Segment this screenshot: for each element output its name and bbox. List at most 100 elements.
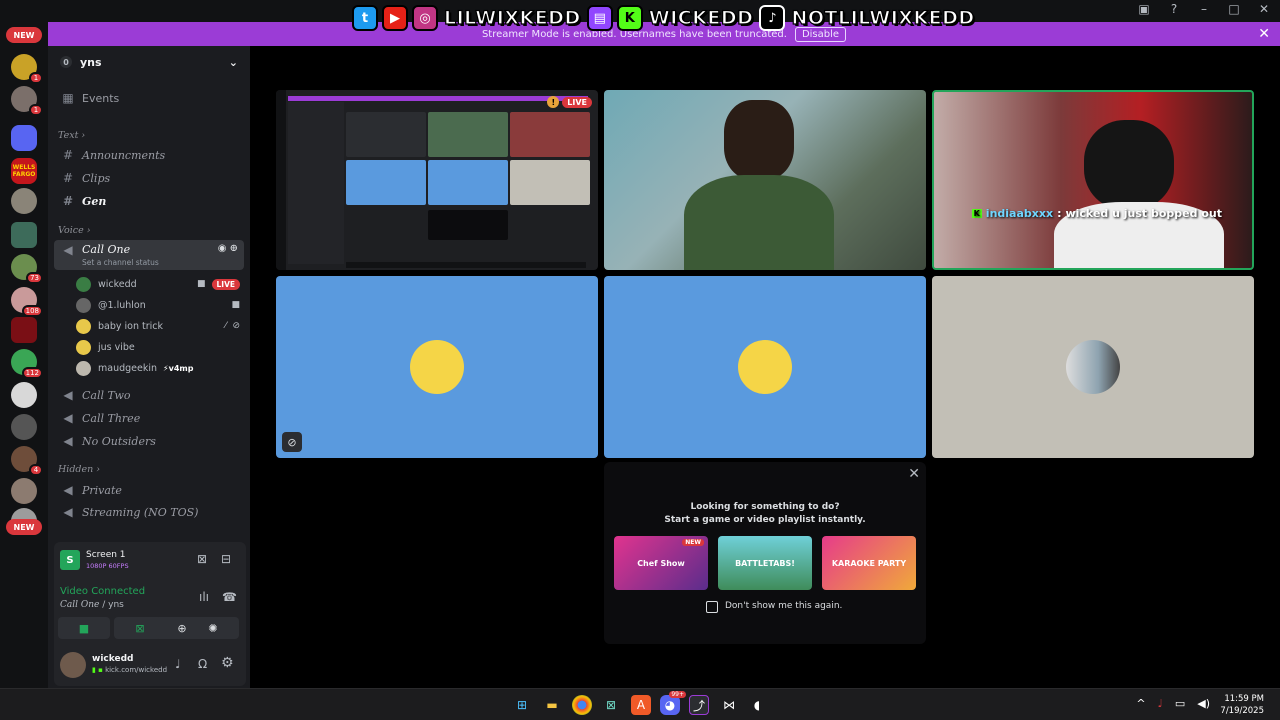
- video-tile-camera-speaking[interactable]: K indiaabxxx : wicked u just bopped out: [932, 90, 1254, 270]
- speaker-icon: ◀: [63, 243, 73, 257]
- screen-share-panel: S Screen 1 1080P 60FPS ⊠ ⊟: [54, 542, 246, 578]
- camera-button[interactable]: ■: [58, 617, 110, 639]
- deafened-icon[interactable]: ⊘: [282, 432, 302, 452]
- app-icon[interactable]: ⋈: [719, 695, 739, 715]
- channel-clips[interactable]: # Clips: [54, 168, 244, 188]
- soundboard-button[interactable]: ✺: [187, 617, 239, 639]
- voice-channel-call-one[interactable]: ◀ Call One Set a channel status ◉ ⊕: [54, 240, 244, 270]
- server-folder-icon[interactable]: [11, 125, 37, 151]
- category-voice[interactable]: Voice ›: [58, 225, 91, 236]
- voice-member[interactable]: maudgeekin ⚡v4mp: [76, 358, 244, 378]
- kick-icon: K: [616, 5, 643, 31]
- video-tile-avatar[interactable]: ⊘: [276, 276, 598, 458]
- voice-channel-no-outsiders[interactable]: ◀ No Outsiders: [54, 431, 244, 451]
- avatar[interactable]: [60, 652, 86, 678]
- close-icon[interactable]: ✕: [908, 466, 920, 482]
- clock[interactable]: 11:59 PM 7/19/2025: [1220, 693, 1264, 717]
- mouse-app-icon[interactable]: ◖: [747, 695, 767, 715]
- server-icon[interactable]: 1: [11, 86, 43, 116]
- new-badge[interactable]: NEW: [6, 27, 42, 43]
- set-channel-status[interactable]: Set a channel status: [82, 258, 159, 267]
- volume-icon[interactable]: ◀): [1197, 697, 1210, 710]
- server-icon[interactable]: 112: [11, 349, 43, 379]
- file-explorer-icon[interactable]: ▬: [542, 695, 562, 715]
- voice-status[interactable]: Video Connected: [60, 586, 145, 597]
- server-icon[interactable]: [11, 478, 37, 504]
- hash-icon: #: [62, 171, 74, 185]
- maximize-button[interactable]: □: [1226, 2, 1242, 16]
- channel-gen[interactable]: # Gen: [54, 191, 244, 211]
- activity-card-chef-show[interactable]: Chef Show NEW: [614, 536, 708, 590]
- muted-mic-icon: ⁄: [224, 321, 227, 331]
- speaker-icon: ◀: [63, 411, 73, 425]
- chat-icon[interactable]: ◉ ⊕: [218, 243, 238, 254]
- activity-card-battletabs[interactable]: BATTLETABS!: [718, 536, 812, 590]
- chevron-up-icon[interactable]: ^: [1136, 697, 1145, 710]
- server-emblem-icon: 0: [60, 56, 72, 68]
- hash-icon: #: [62, 148, 74, 162]
- server-icon[interactable]: 4: [11, 446, 43, 476]
- voice-channel-call-two[interactable]: ◀ Call Two: [54, 385, 244, 405]
- headphones-icon[interactable]: Ω: [198, 657, 207, 671]
- video-tile-avatar[interactable]: [932, 276, 1254, 458]
- chevron-down-icon[interactable]: ⌄: [229, 56, 238, 69]
- channel-announcments[interactable]: # Announcments: [54, 145, 244, 165]
- server-icon[interactable]: 108: [11, 287, 43, 317]
- noise-suppression-icon[interactable]: ılı: [199, 590, 209, 604]
- stop-stream-icon[interactable]: ⊠: [197, 552, 207, 566]
- activity-card-karaoke-party[interactable]: KARAOKE PARTY: [822, 536, 916, 590]
- events-item[interactable]: ▦ Events: [54, 88, 244, 108]
- chrome-icon[interactable]: [572, 695, 592, 715]
- voice-member[interactable]: baby ion trick ⁄ ⊘: [76, 316, 244, 336]
- app-icon[interactable]: A: [631, 695, 651, 715]
- stream-app-icon[interactable]: ⤴: [689, 695, 709, 715]
- server-icon[interactable]: [11, 414, 37, 440]
- disconnect-icon[interactable]: ☎: [222, 590, 237, 604]
- voice-channel-call-three[interactable]: ◀ Call Three: [54, 408, 244, 428]
- voice-member[interactable]: wickedd ■ LIVE: [76, 274, 244, 294]
- kick-icon: K: [971, 209, 982, 218]
- inbox-icon[interactable]: ▣: [1136, 2, 1152, 16]
- help-icon[interactable]: ?: [1166, 2, 1182, 16]
- voice-channel-streaming[interactable]: ◀ Streaming (NO TOS): [54, 502, 244, 522]
- voice-member[interactable]: jus vibe: [76, 337, 244, 357]
- app-icon[interactable]: ⊠: [601, 695, 621, 715]
- guild-name: yns: [80, 55, 102, 69]
- category-hidden[interactable]: Hidden ›: [58, 464, 100, 475]
- close-banner-icon[interactable]: ✕: [1258, 26, 1270, 42]
- overlay-handle-1: LILWIXKEDD: [443, 6, 581, 29]
- gear-icon[interactable]: ⚙: [221, 655, 234, 671]
- twitter-icon: t: [352, 5, 378, 31]
- stream-chat-message: K indiaabxxx : wicked u just bopped out: [971, 207, 1222, 220]
- dont-show-checkbox[interactable]: [706, 601, 718, 613]
- video-icon: ■: [231, 300, 240, 310]
- stream-tile-screen-share[interactable]: ! LIVE: [276, 90, 598, 270]
- new-badge[interactable]: NEW: [6, 519, 42, 535]
- display-icon[interactable]: ▭: [1175, 697, 1185, 710]
- server-icon-wells-fargo[interactable]: WELLS FARGO: [11, 158, 37, 184]
- voice-channel-private[interactable]: ◀ Private: [54, 480, 244, 500]
- server-icon[interactable]: 1: [11, 54, 43, 84]
- server-icon[interactable]: [11, 317, 37, 343]
- discord-icon[interactable]: ◕ 99+: [660, 691, 686, 715]
- server-icon[interactable]: [11, 222, 37, 248]
- avatar: [1066, 340, 1120, 394]
- microphone-icon[interactable]: ♩: [175, 657, 181, 671]
- start-icon[interactable]: ⊞: [512, 695, 532, 715]
- close-window-button[interactable]: ✕: [1256, 2, 1272, 16]
- video-tile-camera[interactable]: [604, 90, 926, 270]
- video-tile-avatar[interactable]: [604, 276, 926, 458]
- server-icon[interactable]: [11, 188, 37, 214]
- hash-icon: #: [62, 194, 74, 208]
- category-text[interactable]: Text ›: [58, 130, 85, 141]
- voice-connection-panel: Video Connected Call One / yns ılı ☎ ■ ⊠…: [54, 578, 246, 644]
- microphone-icon[interactable]: ♩: [1158, 697, 1163, 710]
- server-icon[interactable]: 73: [11, 254, 43, 284]
- guild-header[interactable]: 0 yns ⌄: [48, 46, 250, 78]
- stream-settings-icon[interactable]: ⊟: [221, 552, 231, 566]
- server-icon[interactable]: [11, 382, 37, 408]
- voice-member[interactable]: @1.luhlon ■: [76, 295, 244, 315]
- server-rail: NEW 1 1 WELLS FARGO 73 108 112 4 NEW: [0, 22, 48, 688]
- minimize-button[interactable]: –: [1196, 2, 1212, 16]
- voice-location: Call One / yns: [60, 600, 124, 610]
